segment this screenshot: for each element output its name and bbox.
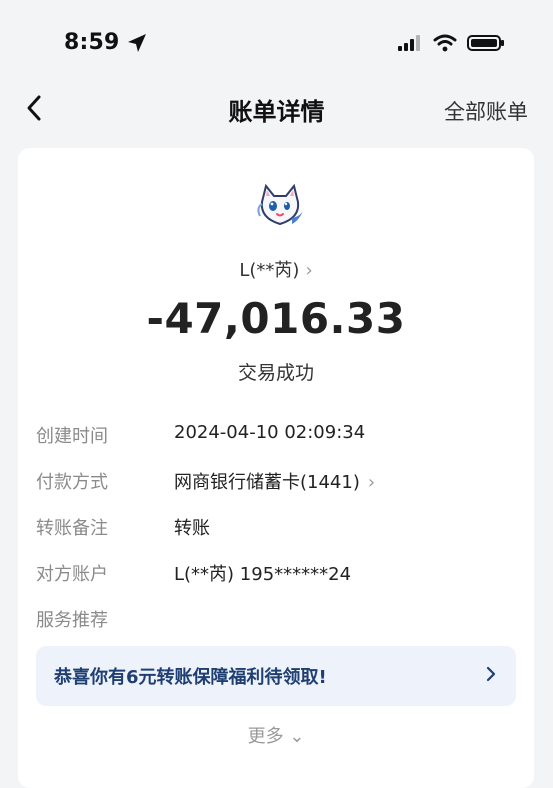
transfer-protection-banner[interactable]: 恭喜你有6元转账保障福利待领取! (36, 646, 516, 706)
more-button[interactable]: 更多 ⌄ (18, 722, 534, 748)
detail-value: 网商银行储蓄卡(1441) › (174, 468, 375, 494)
chevron-right-icon: › (367, 472, 376, 493)
payee-name: L(**芮) (239, 260, 300, 281)
cat-avatar-icon (252, 178, 308, 234)
status-icons (397, 34, 505, 56)
location-arrow-icon (126, 32, 148, 54)
detail-label: 服务推荐 (36, 610, 108, 631)
bill-detail-card: L(**芮) › -47,016.33 交易成功 创建时间 2024-04-10 … (18, 148, 534, 788)
detail-label: 对方账户 (36, 564, 108, 585)
detail-label: 转账备注 (36, 518, 108, 539)
more-label: 更多 (247, 726, 284, 747)
status-bar: 8:59 (0, 0, 553, 76)
transaction-amount: -47,016.33 (146, 294, 406, 343)
payment-method-value: 网商银行储蓄卡(1441) (174, 472, 360, 493)
payee-link[interactable]: L(**芮) › (18, 256, 534, 282)
detail-row-payment-method[interactable]: 付款方式 网商银行储蓄卡(1441) › (36, 468, 416, 496)
transaction-status: 交易成功 (237, 362, 314, 384)
all-bills-button[interactable]: 全部账单 (444, 96, 528, 126)
signal-icon (397, 34, 423, 56)
detail-value: 转账 (174, 518, 210, 539)
navigation-bar: 账单详情 全部账单 (0, 76, 553, 140)
chevron-right-icon (486, 666, 496, 682)
detail-label: 付款方式 (36, 472, 108, 493)
status-time: 8:59 (64, 30, 120, 55)
chevron-down-icon: ⌄ (289, 726, 305, 747)
detail-label: 创建时间 (36, 426, 108, 447)
wifi-icon (433, 34, 457, 56)
promo-text: 恭喜你有6元转账保障福利待领取! (54, 667, 327, 688)
battery-icon (467, 34, 505, 56)
detail-value: L(**芮) 195******24 (174, 564, 352, 585)
chevron-right-icon: › (305, 260, 313, 281)
time-container: 8:59 (64, 30, 148, 55)
detail-value: 2024-04-10 02:09:34 (174, 422, 366, 443)
